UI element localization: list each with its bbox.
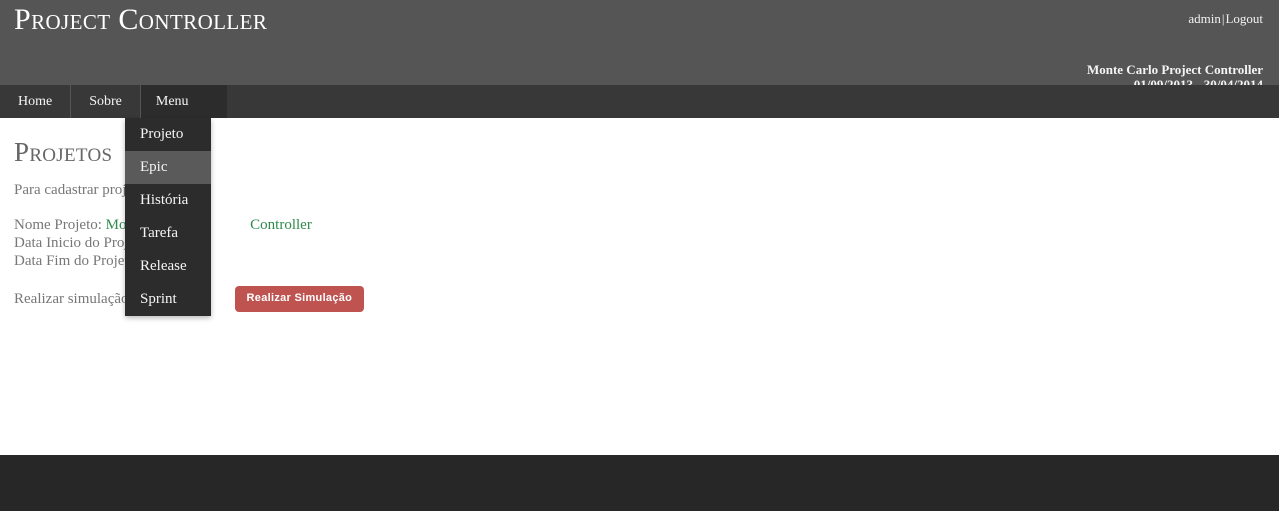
menu-dropdown-panel: Projeto Epic História Tarefa Release Spr… [125, 118, 211, 316]
page-footer [0, 455, 1279, 511]
dropdown-item-historia[interactable]: História [125, 184, 211, 217]
nav-item-menu-dropdown-toggle[interactable]: Menu [140, 85, 227, 118]
dropdown-item-release[interactable]: Release [125, 250, 211, 283]
account-bar: admin|Logout [1188, 11, 1263, 26]
page-header: Project Controller admin|Logout Monte Ca… [0, 0, 1279, 92]
logout-link[interactable]: Logout [1225, 11, 1263, 26]
project-name-label: Nome Projeto: [14, 217, 102, 233]
main-navbar: Home Sobre Menu [0, 85, 1279, 118]
nav-item-home[interactable]: Home [0, 85, 72, 118]
run-simulation-button[interactable]: Realizar Simulação [234, 286, 365, 312]
current-project-name: Monte Carlo Project Controller [1086, 62, 1263, 77]
app-title: Project Controller [14, 3, 268, 36]
navbar-items: Home Sobre Menu [0, 85, 227, 118]
dropdown-item-projeto[interactable]: Projeto [125, 118, 211, 151]
dropdown-item-tarefa[interactable]: Tarefa [125, 217, 211, 250]
account-username: admin [1188, 11, 1221, 26]
project-name-value-end: Controller [250, 217, 312, 233]
nav-item-sobre[interactable]: Sobre [71, 85, 141, 118]
page-root: Project Controller admin|Logout Monte Ca… [0, 0, 1279, 511]
dropdown-item-epic[interactable]: Epic [125, 151, 211, 184]
simulation-label: Realizar simulação [14, 291, 129, 307]
dropdown-item-sprint[interactable]: Sprint [125, 283, 211, 316]
